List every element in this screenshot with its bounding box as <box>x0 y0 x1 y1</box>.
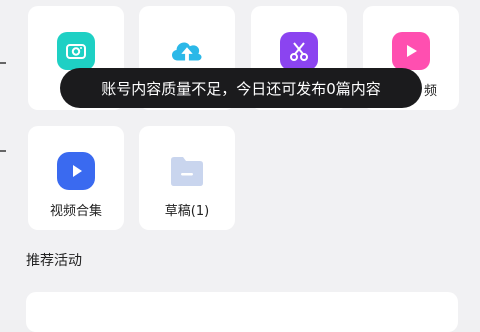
section-title: 推荐活动 <box>26 253 82 269</box>
scissors-icon <box>280 32 318 70</box>
tool-label: 频 <box>423 84 437 99</box>
tool-tile-drafts[interactable]: 草稿(1) <box>139 126 235 230</box>
background-edge-mark <box>0 150 6 152</box>
creation-panel: 拍 频 <box>0 0 480 332</box>
activity-card[interactable] <box>26 292 458 332</box>
draft-folder-icon <box>168 152 206 190</box>
camera-icon <box>57 32 95 70</box>
tool-label: 草稿(1) <box>164 204 210 219</box>
toast-message: 账号内容质量不足，今日还可发布0篇内容 <box>60 68 422 108</box>
video-play-icon <box>392 32 430 70</box>
cloud-upload-icon <box>168 32 206 70</box>
background-edge-mark <box>0 62 6 64</box>
video-collection-icon <box>57 152 95 190</box>
tool-label: 视频合集 <box>49 204 102 219</box>
tool-tile-video-collection[interactable]: 视频合集 <box>28 126 124 230</box>
